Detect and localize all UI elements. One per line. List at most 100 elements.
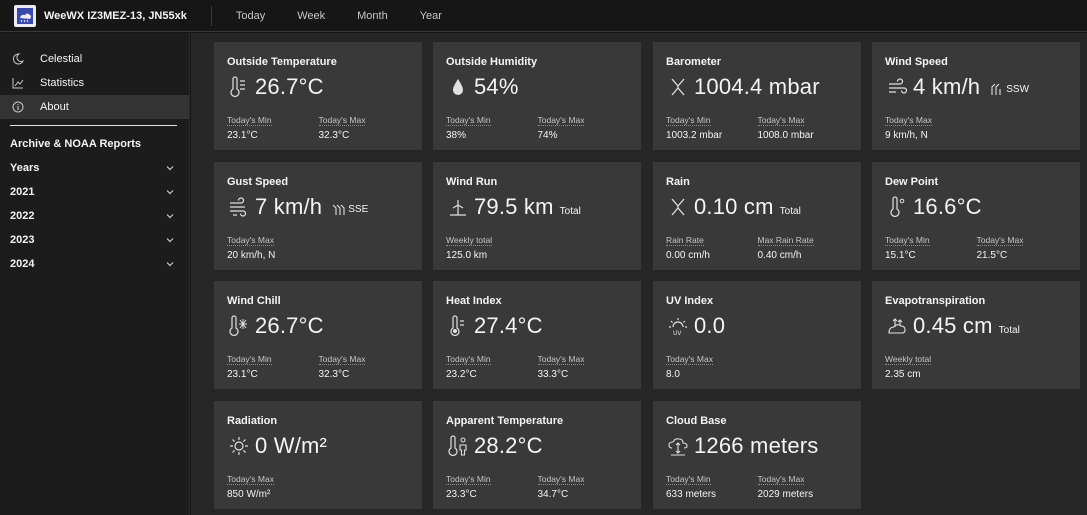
tile-title: Wind Run: [446, 176, 498, 188]
top-nav: Today Week Month Year: [220, 0, 458, 32]
wind-direction-label: SSW: [1006, 83, 1030, 95]
chevron-down-icon: [166, 190, 174, 195]
tile-apparent-temperature[interactable]: Apparent Temperature 28.2°C Today's Min 2…: [433, 401, 641, 509]
sidebar-item-about[interactable]: About: [0, 95, 189, 119]
tile-value: 1266 meters: [694, 433, 819, 458]
tile-evapotranspiration[interactable]: Evapotranspiration 0.45 cm Total Weekly …: [872, 281, 1080, 389]
tile-value: 79.5 km: [474, 194, 554, 219]
tile-value: 0.45 cm: [913, 313, 993, 338]
stat-label: Today's Min: [666, 115, 711, 126]
weewx-logo-icon[interactable]: [14, 4, 36, 27]
sidebar-item-label: Statistics: [40, 77, 85, 89]
tile-title: Evapotranspiration: [885, 295, 986, 307]
tile-suffix: Total: [998, 324, 1020, 336]
tile-suffix: Total: [559, 205, 581, 217]
sidebar-group-2022[interactable]: 2022: [0, 204, 189, 228]
dewpoint-icon: [885, 195, 909, 219]
stat-label: Today's Max: [537, 115, 585, 126]
tile-value: 54%: [474, 74, 519, 99]
sidebar-group-2021[interactable]: 2021: [0, 180, 189, 204]
tile-title: Rain: [666, 176, 690, 188]
tile-value: 0.10 cm: [694, 194, 774, 219]
nav-year[interactable]: Year: [404, 0, 458, 32]
info-icon: [10, 99, 26, 115]
stat-label: Rain Rate: [666, 235, 704, 246]
tile-barometer[interactable]: Barometer 1004.4 mbar Today's Min 1003.2 …: [653, 42, 861, 150]
tile-title: Outside Humidity: [446, 56, 538, 68]
tile-outside-humidity[interactable]: Outside Humidity 54% Today's Min 38% Toda…: [433, 42, 641, 150]
wind-direction-icon: [991, 83, 1001, 95]
stat-value: 0.00 cm/h: [666, 250, 710, 261]
tile-title: Outside Temperature: [227, 56, 337, 68]
stat-value: 23.2°C: [446, 369, 477, 380]
tile-heat-index[interactable]: Heat Index 27.4°C Today's Min 23.2°C Toda…: [433, 281, 641, 389]
stat-label: Today's Max: [227, 235, 274, 246]
tile-radiation[interactable]: Radiation 0 W/m² Today's Max 850 W/m²: [214, 401, 422, 509]
tile-title: Dew Point: [885, 176, 939, 188]
stat-value: 633 meters: [666, 489, 717, 500]
site-title[interactable]: WeeWX IZ3MEZ-13, JN55xk: [44, 5, 212, 26]
tile-value: 0.0: [694, 313, 726, 338]
stat-label: Today's Max: [537, 474, 585, 485]
tile-wind-chill[interactable]: Wind Chill 26.7°C Today's Min 23.1°C Toda…: [214, 281, 422, 389]
gust-direction-icon: [332, 204, 345, 215]
tile-cloud-base[interactable]: Cloud Base 1266 meters Today's Min 633 me…: [653, 401, 861, 509]
stat-label: Today's Min: [446, 354, 491, 365]
droplet-icon: [446, 75, 470, 99]
uv-icon: UV: [666, 314, 690, 338]
sidebar-group-2023[interactable]: 2023: [0, 228, 189, 252]
nav-month[interactable]: Month: [341, 0, 404, 32]
stat-value: 21.5°C: [976, 250, 1008, 261]
stat-label: Today's Max: [318, 115, 366, 126]
tile-title: Wind Speed: [885, 56, 948, 68]
rain-icon: [666, 195, 690, 219]
gust-direction: SSE: [330, 201, 368, 217]
tile-gust-speed[interactable]: Gust Speed 7 km/h SSE Today's Max 20 km/h…: [214, 162, 422, 270]
stat-value: 9 km/h, N: [885, 130, 928, 141]
sidebar-item-statistics[interactable]: Statistics: [0, 71, 189, 95]
moon-icon: [10, 51, 26, 67]
sidebar-group-label: Years: [10, 162, 40, 174]
stat-label: Today's Min: [885, 235, 930, 246]
stat-value: 850 W/m²: [227, 489, 271, 500]
wind-icon: [885, 75, 909, 99]
stat-value: 33.3°C: [537, 369, 569, 380]
tile-rain[interactable]: Rain 0.10 cm Total Rain Rate 0.00 cm/h Ma…: [653, 162, 861, 270]
stat-value: 23.3°C: [446, 489, 477, 500]
cloud-base-icon: [666, 434, 690, 458]
tile-title: Barometer: [666, 56, 722, 68]
heat-index-icon: [446, 314, 470, 338]
sidebar-group-label: 2021: [10, 186, 35, 198]
stat-value: 23.1°C: [227, 130, 258, 141]
tile-uv-index[interactable]: UV Index UV 0.0 Today's Max 8.0: [653, 281, 861, 389]
stat-value: 1003.2 mbar: [666, 130, 723, 141]
sidebar-divider: [10, 125, 177, 126]
stat-value: 32.3°C: [318, 369, 350, 380]
chevron-down-icon: [166, 214, 174, 219]
tile-title: Radiation: [227, 415, 278, 427]
tile-title: Heat Index: [446, 295, 502, 307]
sidebar: Celestial Statistics About Archive & NOA…: [0, 33, 190, 515]
sidebar-item-label: Celestial: [40, 53, 83, 65]
sidebar-group-label: 2023: [10, 234, 35, 246]
tile-dew-point[interactable]: Dew Point 16.6°C Today's Min 15.1°C Today…: [872, 162, 1080, 270]
nav-today[interactable]: Today: [220, 0, 281, 32]
sidebar-item-celestial[interactable]: Celestial: [0, 47, 189, 71]
sidebar-group-label: 2024: [10, 258, 35, 270]
tile-wind-speed[interactable]: Wind Speed 4 km/h SSW Today's Max 9 km/h,…: [872, 42, 1080, 150]
sidebar-group-2024[interactable]: 2024: [0, 252, 189, 276]
sidebar-group-label: 2022: [10, 210, 35, 222]
svg-text:UV: UV: [673, 330, 682, 337]
tile-value: 28.2°C: [474, 433, 543, 458]
tile-value: 1004.4 mbar: [694, 74, 820, 99]
tile-title: Cloud Base: [666, 415, 727, 427]
stat-label: Today's Max: [666, 354, 713, 365]
tile-wind-run[interactable]: Wind Run 79.5 km Total Weekly total 125.0…: [433, 162, 641, 270]
nav-week[interactable]: Week: [281, 0, 341, 32]
tile-outside-temperature[interactable]: Outside Temperature 26.7°C Today's Min 23…: [214, 42, 422, 150]
stat-label: Today's Max: [318, 354, 366, 365]
windmill-icon: [446, 195, 470, 219]
stat-value: 38%: [446, 130, 467, 141]
sidebar-group-years[interactable]: Years: [0, 156, 189, 180]
